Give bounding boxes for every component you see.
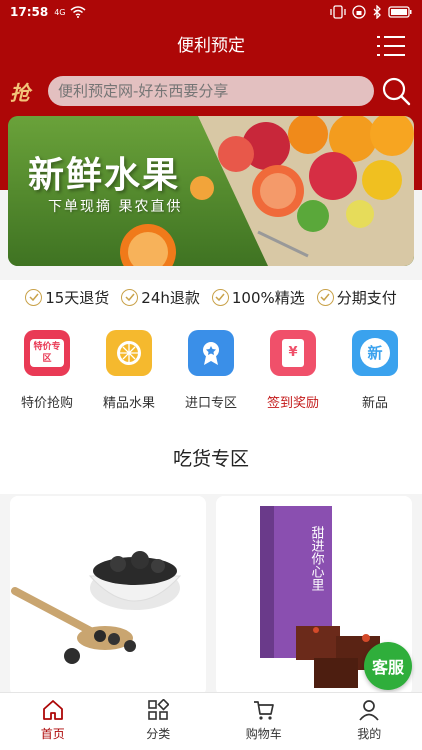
section-title: 吃货专区 xyxy=(172,448,249,470)
bluetooth-icon xyxy=(373,5,381,19)
category-item-fruit[interactable]: 精品水果 xyxy=(91,330,167,420)
tab-home[interactable]: 首页 xyxy=(0,693,106,750)
category-item-new[interactable]: 新 新品 xyxy=(337,330,413,420)
home-icon xyxy=(42,700,63,720)
category-item-checkin[interactable]: ¥ 签到奖励 xyxy=(255,330,331,420)
page-title: 便利预定 xyxy=(177,36,245,56)
tab-label: 购物车 xyxy=(245,727,282,741)
tab-category[interactable]: 分类 xyxy=(106,693,212,750)
sale-tag-icon: 特价专区 xyxy=(24,330,70,376)
category-grid-icon xyxy=(148,699,170,720)
app-header: 便利预定 xyxy=(0,28,422,64)
product-card[interactable] xyxy=(10,496,206,696)
tab-label: 首页 xyxy=(40,727,65,741)
service-guarantees: 15天退货 24h退款 100%精选 分期支付 xyxy=(0,280,422,314)
search-icon[interactable] xyxy=(380,75,412,107)
battery-icon xyxy=(388,6,412,18)
product-grid: 甜进你心里 xyxy=(0,496,422,696)
tab-label: 分类 xyxy=(146,727,171,741)
category-item-import[interactable]: 进口专区 xyxy=(173,330,249,420)
alarm-lock-icon xyxy=(352,5,366,19)
banner-subtitle: 下单现摘 果农直供 xyxy=(48,199,183,215)
guarantee-item: 15天退货 xyxy=(25,287,109,308)
category-label: 特价抢购 xyxy=(20,396,73,411)
status-time: 17:58 xyxy=(10,5,49,19)
signal-network-label: 4G xyxy=(54,7,66,17)
guarantee-label: 24h退款 xyxy=(141,288,200,307)
category-label: 精品水果 xyxy=(102,396,155,411)
fruit-banner[interactable]: 新鲜水果 下单现摘 果农直供 xyxy=(8,116,414,266)
red-envelope-icon: ¥ xyxy=(270,330,316,376)
tab-profile[interactable]: 我的 xyxy=(317,693,422,750)
category-label: 进口专区 xyxy=(184,396,237,411)
category-label: 新品 xyxy=(361,396,388,411)
tab-cart[interactable]: 购物车 xyxy=(211,693,317,750)
search-input[interactable] xyxy=(48,76,374,106)
guarantee-item: 100%精选 xyxy=(211,287,305,308)
cart-icon xyxy=(253,701,274,720)
gift-box-text: 甜进你心里 xyxy=(309,525,325,591)
category-nav: 特价专区 特价抢购 精品水果 进口专区 ¥ 签到奖励 新 新品 xyxy=(0,330,422,420)
search-row: 抢 xyxy=(0,72,422,110)
tab-label: 我的 xyxy=(357,727,382,741)
banner-title: 新鲜水果 xyxy=(28,155,181,196)
black-fungus-image xyxy=(10,496,206,696)
guarantee-label: 15天退货 xyxy=(45,288,110,307)
guarantee-label: 100%精选 xyxy=(231,288,305,307)
new-badge-text: 新 xyxy=(360,338,390,368)
envelope-symbol: ¥ xyxy=(282,339,304,367)
category-label: 签到奖励 xyxy=(266,396,319,411)
check-circle-icon xyxy=(121,288,139,306)
guarantee-item: 24h退款 xyxy=(121,287,200,308)
customer-service-button[interactable]: 客服 xyxy=(364,642,412,690)
check-circle-icon xyxy=(211,288,229,306)
user-icon xyxy=(359,700,379,721)
new-badge-icon: 新 xyxy=(352,330,398,376)
check-circle-icon xyxy=(316,288,334,306)
vibrate-icon xyxy=(330,5,346,19)
check-circle-icon xyxy=(25,288,43,306)
orange-icon xyxy=(106,330,152,376)
guarantee-label: 分期支付 xyxy=(336,288,397,307)
status-bar: 17:58 4G xyxy=(0,0,422,24)
menu-icon[interactable] xyxy=(376,34,406,58)
award-badge-icon xyxy=(188,330,234,376)
category-item-sale[interactable]: 特价专区 特价抢购 xyxy=(9,330,85,420)
sale-tag-text: 特价专区 xyxy=(30,339,64,367)
wifi-icon xyxy=(70,6,85,18)
bottom-tabbar: 首页 分类 购物车 我的 xyxy=(0,692,422,750)
brand-logo-icon: 抢 xyxy=(10,81,30,105)
guarantee-item: 分期支付 xyxy=(316,287,397,308)
